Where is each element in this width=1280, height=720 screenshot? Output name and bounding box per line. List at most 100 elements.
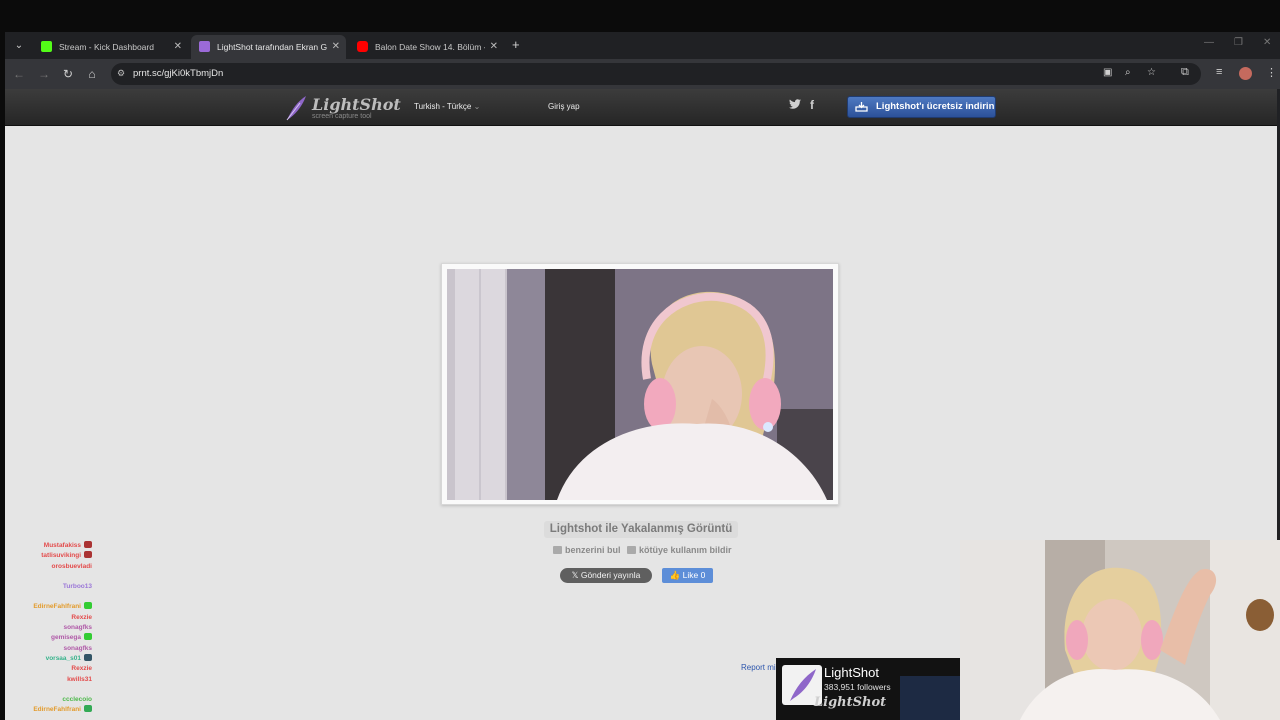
chat-message: EdirneFahlfrani [33,705,92,715]
chat-message: orosbuevladi [52,562,92,572]
menu-kebab-icon[interactable]: ⋮ [1266,66,1277,79]
feather-logo-icon [286,96,306,121]
tab-kick-dashboard[interactable]: Stream - Kick Dashboard ✕ [33,35,188,59]
window-close-icon[interactable]: ✕ [1263,37,1271,48]
reading-list-icon[interactable]: ≡ [1216,66,1222,78]
chat-username: Rexzie [71,665,92,672]
follower-count: 383,951 followers [824,682,891,692]
logo-text: LightShot [312,95,401,114]
tab-title: LightShot tarafından Ekran Görü [217,42,327,52]
chat-message: Mustafakiss [44,541,92,551]
notification-name: LightShot [824,665,879,680]
chat-message: EdirneFahlfrani [33,602,92,612]
chat-message: ccclecoio [62,695,92,705]
chat-emote-icon [84,654,92,661]
captured-screenshot-image[interactable] [447,269,833,500]
extensions-icon[interactable]: ⧉ [1181,66,1189,79]
tab-title: Stream - Kick Dashboard [59,42,154,52]
profile-avatar[interactable] [1239,67,1252,80]
download-free-button[interactable]: Lightshot'ı ücretsiz indirin [847,96,996,118]
tweet-button-label: Gönderi yayınla [580,570,641,580]
chat-message: Rexzie [71,613,92,623]
chat-username: ccclecoio [62,696,92,703]
reload-icon[interactable]: ↻ [60,66,76,82]
stream-chat-overlay: Mustafakiss tatlisuvikingi orosbuevladi Tur… [0,541,240,720]
chat-username: Rexzie [71,614,92,621]
chat-emote-icon [84,633,92,640]
twitter-icon[interactable] [789,99,801,112]
address-bar[interactable]: ⚙ prnt.sc/gjKi0kTbmjDn ▣ ⌕ ☆ [111,63,1201,85]
chat-username: EdirneFahlfrani [33,706,81,713]
new-tab-plus-icon[interactable]: + [512,38,520,52]
install-app-icon[interactable]: ▣ [1103,67,1112,78]
dropdown-caret-icon: ⌄ [473,102,481,111]
chat-username: sonagfks [63,645,92,652]
logo-subtitle: screen capture tool [312,113,372,120]
chat-username: vorsaa_s01 [45,655,81,662]
lightshot-header: LightShot screen capture tool Turkish - … [5,89,1277,126]
tab-strip: ⌄ Stream - Kick Dashboard ✕ LightShot ta… [5,32,1280,59]
back-arrow-icon[interactable]: ← [11,66,27,82]
facebook-like-button[interactable]: 👍 Like 0 [662,568,713,583]
download-cloud-icon [855,102,868,112]
chat-message: Turboo13 [63,582,92,592]
lightshot-logo[interactable]: LightShot screen capture tool [284,94,401,122]
home-icon[interactable]: ⌂ [84,66,100,82]
chat-message: kwills31 [67,675,92,685]
facebook-icon[interactable]: f [810,98,814,112]
chat-username: tatlisuvikingi [41,552,81,559]
chat-emote-icon [84,602,92,609]
like-button-label: Like 0 [682,570,706,580]
bookmark-star-icon[interactable]: ☆ [1147,67,1156,78]
report-abuse-link[interactable]: kötüye kullanım bildir [627,545,732,555]
chat-emote-icon [84,541,92,548]
chat-message: sonagfks [63,623,92,633]
screenshot-illustration [447,269,833,500]
zoom-icon[interactable]: ⌕ [1125,67,1131,78]
lightshot-favicon-icon [199,41,210,52]
language-select[interactable]: Turkish - Türkçe ⌄ [414,102,480,111]
close-tab-icon[interactable]: ✕ [490,35,498,59]
webcam-illustration [960,540,1280,720]
stream-top-bar [0,0,1280,32]
tab-lightshot[interactable]: LightShot tarafından Ekran Görü ✕ [191,35,346,59]
notification-brand-logo: LightShot [814,695,887,710]
chat-message: gemisega [51,633,92,643]
chat-username: kwills31 [67,676,92,683]
tab-youtube[interactable]: Balon Date Show 14. Bölüm - Y ✕ [349,35,504,59]
chat-message: Rexzie [71,664,92,674]
tab-title: Balon Date Show 14. Bölüm - Y [375,42,485,52]
thumbs-up-icon: 👍 [669,570,683,580]
youtube-favicon-icon [357,41,368,52]
language-label: Turkish - Türkçe [414,102,472,111]
chat-emote-icon [84,705,92,712]
find-similar-link[interactable]: benzerini bul [553,545,621,555]
chat-emote-icon [84,551,92,558]
download-button-label: Lightshot'ı ücretsiz indirin [876,101,995,112]
screenshot-frame [441,263,839,505]
close-tab-icon[interactable]: ✕ [332,35,340,59]
follow-notification: LightShot 383,951 followers LightShot [776,658,960,720]
tweet-button[interactable]: 𝕏 Gönderi yayınla [560,568,652,583]
chat-message: sonagfks [63,644,92,654]
maximize-icon[interactable]: ❐ [1234,37,1243,48]
chat-username: Turboo13 [62,583,92,590]
forward-arrow-icon[interactable]: → [36,66,52,82]
minimize-icon[interactable]: — [1204,37,1214,48]
kick-favicon-icon [41,41,52,52]
notification-thumbnail [900,676,960,720]
chat-message: tatlisuvikingi [41,551,92,561]
site-info-icon[interactable]: ⚙ [117,68,129,80]
browser-toolbar: ← → ↻ ⌂ ⚙ prnt.sc/gjKi0kTbmjDn ▣ ⌕ ☆ ⧉ ≡… [5,59,1280,89]
report-abuse-label: kötüye kullanım bildir [639,545,732,555]
image-caption: Lightshot ile Yakalanmış Görüntü [544,521,738,538]
close-tab-icon[interactable]: ✕ [174,35,182,59]
tab-list-chevron-icon[interactable]: ⌄ [11,38,27,54]
chat-username: EdirneFahlfrani [33,603,81,610]
webcam-overlay [960,540,1280,720]
login-link[interactable]: Giriş yap [548,102,580,111]
chat-username: sonagfks [63,624,92,631]
x-logo-icon: 𝕏 [571,570,581,580]
chat-message: vorsaa_s01 [46,654,92,664]
url-text[interactable]: prnt.sc/gjKi0kTbmjDn [133,63,223,85]
